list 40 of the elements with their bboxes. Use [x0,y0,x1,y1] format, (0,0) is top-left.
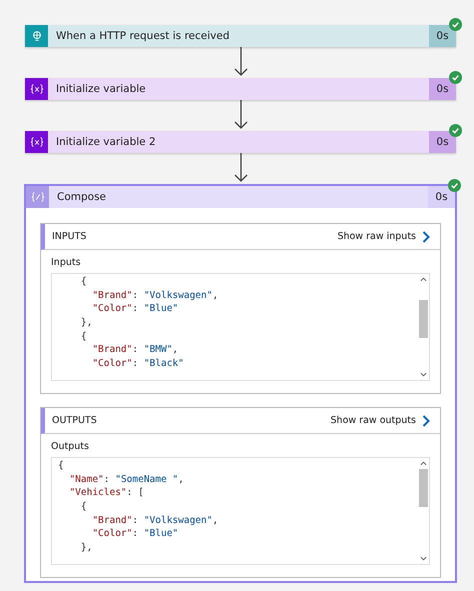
show-raw-link[interactable]: Show raw outputs [330,415,416,426]
code-line: "Brand": "BMW", [91,343,180,358]
variable-icon [30,83,44,95]
scroll-up-icon[interactable] [420,461,427,466]
step-duration: 0s [428,186,455,208]
code-line: }, [80,316,94,330]
code-line: "Vehicles": [ [68,486,145,500]
section-heading: INPUTS [52,231,88,242]
field-label: Inputs [51,257,82,268]
code-line: { [58,459,65,473]
show-raw-link[interactable]: Show raw inputs [337,231,416,242]
variable-icon [30,136,44,148]
code-line: "Color": "Blue" [91,527,180,542]
chevron-right-icon[interactable] [422,414,430,426]
step-title: Compose [56,191,108,203]
scroll-up-icon[interactable] [420,277,427,282]
scroll-down-icon[interactable] [420,372,427,377]
code-line: { [80,330,88,344]
chevron-right-icon[interactable] [422,230,430,242]
step-duration: 0s [429,131,456,153]
section-heading: OUTPUTS [52,415,98,426]
code-line: "Name": "SomeName ", [68,472,185,486]
code-line: "Color": "Black" [91,357,185,371]
step-title: Initialize variable [55,83,147,95]
step-title: When a HTTP request is received [55,30,230,42]
compose-icon [30,191,44,203]
step-title: Initialize variable 2 [55,136,157,148]
field-label: Outputs [51,441,90,452]
step-duration: 0s [429,78,456,100]
code-line: "Brand": "Volkswagen", [91,514,220,528]
scroll-down-icon[interactable] [420,556,427,561]
flow-step[interactable]: Compose 0s [26,186,455,208]
flow-step[interactable]: Initialize variable 0s [25,78,456,100]
code-line: { [80,500,88,514]
code-line: "Brand": "Volkswagen", [91,288,220,302]
code-line: }, [80,541,94,555]
code-line: { [80,275,88,289]
flow-step[interactable]: Initialize variable 2 0s [25,131,456,153]
step-duration: 0s [429,25,456,47]
code-line: "Color": "Blue" [91,302,180,316]
